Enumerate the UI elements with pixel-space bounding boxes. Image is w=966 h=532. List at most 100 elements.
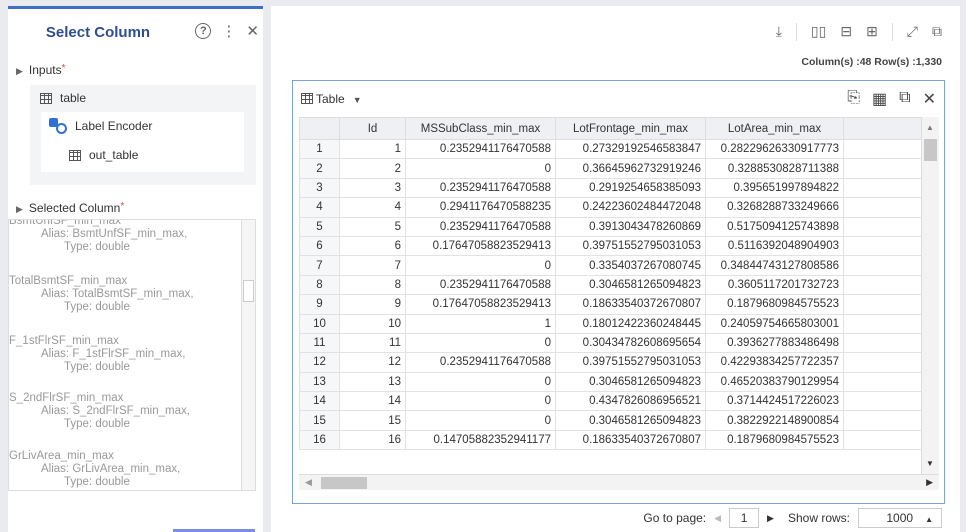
- column-header[interactable]: LotArea_min_max: [705, 117, 844, 140]
- row-number-cell: 2: [299, 158, 340, 179]
- caret-down-icon: ▼: [352, 95, 362, 105]
- table-cell: 0.2941176470588235: [405, 197, 556, 218]
- selected-column-list[interactable]: BsmtUnfSF_min_max Alias: BsmtUnfSF_min_m…: [8, 219, 256, 491]
- row-number-cell: 6: [299, 235, 340, 257]
- split-columns-icon[interactable]: ▯▯: [811, 23, 826, 41]
- table-cell: 0: [405, 391, 556, 412]
- table-cell-overflow: [843, 294, 922, 315]
- table-cell: 0.3354037267080745: [555, 255, 706, 276]
- download-icon[interactable]: ⤓: [776, 23, 782, 41]
- copy-icon[interactable]: ⧉: [899, 89, 910, 109]
- table-viewer: Table ▼ ⎘ ▦ ⧉ ✕ Id MSSubClass_min_max Lot…: [292, 80, 945, 504]
- row-number-cell: 15: [299, 410, 340, 431]
- tree-item-table[interactable]: table: [40, 91, 86, 105]
- table-cell-overflow: [843, 429, 922, 451]
- table-cell-overflow: [843, 216, 922, 237]
- scrollbar-thumb[interactable]: [243, 280, 254, 302]
- table-row[interactable]: 1 1 0.2352941176470588 0.27329192546583847 0…: [299, 138, 922, 160]
- table-cell: 3: [339, 177, 406, 199]
- table-cell: 0.2352941176470588: [405, 177, 556, 199]
- table-row[interactable]: 2 2 0 0.36645962732919246 0.3288530828711388: [299, 158, 922, 179]
- table-row[interactable]: 5 5 0.2352941176470588 0.3913043478260869 0.…: [299, 216, 922, 237]
- column-header[interactable]: [843, 117, 922, 140]
- row-number-cell: 7: [299, 255, 340, 276]
- tree-item-label-encoder[interactable]: Label Encoder: [49, 118, 152, 134]
- prev-page-icon[interactable]: ◀: [714, 513, 721, 524]
- table-cell: 0: [405, 371, 556, 393]
- table-cell: 16: [339, 429, 406, 451]
- grid-vertical-scrollbar[interactable]: ▲ ▼: [921, 117, 939, 474]
- table-cell: 0.39751552795031053: [555, 352, 706, 373]
- table-row[interactable]: 14 14 0 0.4347826086956521 0.371442451722602…: [299, 391, 922, 412]
- required-mark: *: [120, 201, 125, 212]
- table-cell: 1: [339, 138, 406, 160]
- scroll-left-icon[interactable]: ◀: [305, 477, 312, 488]
- table-row[interactable]: 15 15 0 0.3046581265094823 0.382292214890085…: [299, 410, 922, 431]
- more-icon[interactable]: ⋮: [221, 23, 236, 41]
- rows-per-page-select[interactable]: 1000 ▲: [858, 508, 942, 528]
- scrollbar-thumb[interactable]: [321, 477, 367, 489]
- column-header[interactable]: Id: [339, 117, 406, 140]
- table-row[interactable]: 16 16 0.14705882352941177 0.186335403726708…: [299, 429, 922, 451]
- table-cell: 0.46520383790129954: [705, 371, 844, 393]
- column-name: BsmtUnfSF_min_max: [9, 219, 121, 227]
- column-header[interactable]: MSSubClass_min_max: [405, 117, 556, 140]
- table-cell: 12: [339, 352, 406, 373]
- table-row[interactable]: 8 8 0.2352941176470588 0.3046581265094823 0.…: [299, 274, 922, 296]
- table-row[interactable]: 4 4 0.2941176470588235 0.24223602484472048 0…: [299, 197, 922, 218]
- scroll-right-icon[interactable]: ▶: [926, 477, 933, 488]
- scroll-down-icon[interactable]: ▼: [926, 459, 934, 468]
- list-scrollbar[interactable]: [241, 220, 255, 490]
- table-cell: 0.14705882352941177: [405, 429, 556, 451]
- table-row[interactable]: 3 3 0.2352941176470588 0.2919254658385093 0.…: [299, 177, 922, 199]
- row-number-cell: 14: [299, 391, 340, 412]
- split-rows-icon[interactable]: ⊟: [840, 23, 852, 41]
- column-name: F_1stFlrSF_min_max: [9, 335, 119, 347]
- table-cell: 0.42293834257722357: [705, 352, 844, 373]
- grid-horizontal-scrollbar[interactable]: ◀ ▶: [299, 474, 939, 490]
- table-cell: 14: [339, 391, 406, 412]
- popout-icon[interactable]: ⧉: [932, 23, 942, 41]
- selected-column-section-toggle[interactable]: ▶ Selected Column*: [16, 201, 124, 215]
- table-row[interactable]: 11 11 0 0.30434782608695654 0.39362778834864…: [299, 332, 922, 354]
- table-row[interactable]: 12 12 0.2352941176470588 0.3975155279503105…: [299, 352, 922, 373]
- select-column-panel: Select Column ? ⋮ ✕ ▶ Inputs* table Label…: [8, 6, 263, 532]
- grid-layout-icon[interactable]: ⊞: [866, 23, 878, 41]
- calculator-icon[interactable]: ▦: [872, 89, 887, 109]
- page-number-input[interactable]: 1: [729, 508, 760, 528]
- scrollbar-thumb[interactable]: [924, 139, 937, 161]
- table-selector[interactable]: Table ▼: [301, 92, 362, 106]
- next-page-icon[interactable]: ▶: [767, 513, 774, 524]
- table-cell: 0.17647058823529413: [405, 235, 556, 257]
- table-row[interactable]: 6 6 0.17647058823529413 0.39751552795031053…: [299, 235, 922, 257]
- table-cell: 0.18012422360248445: [555, 313, 706, 334]
- table-cell-overflow: [843, 138, 922, 160]
- close-icon[interactable]: ✕: [923, 89, 936, 109]
- table-row[interactable]: 7 7 0 0.3354037267080745 0.34844743127808586: [299, 255, 922, 276]
- table-cell: 9: [339, 294, 406, 315]
- close-icon[interactable]: ✕: [246, 23, 259, 41]
- export-icon[interactable]: ⎘: [847, 89, 860, 109]
- table-cell: 0.34844743127808586: [705, 255, 844, 276]
- table-row[interactable]: 10 10 1 0.18012422360248445 0.24059754665803…: [299, 313, 922, 334]
- column-type: Type: double: [64, 361, 130, 373]
- table-cell: 4: [339, 197, 406, 218]
- help-icon[interactable]: ?: [195, 23, 212, 39]
- scroll-up-icon[interactable]: ▲: [926, 123, 934, 132]
- column-name: GrLivArea_min_max: [9, 450, 114, 462]
- tree-item-out-table[interactable]: out_table: [69, 148, 138, 162]
- inputs-section-toggle[interactable]: ▶ Inputs*: [16, 63, 66, 77]
- table-row[interactable]: 9 9 0.17647058823529413 0.18633540372670807…: [299, 294, 922, 315]
- column-type: Type: double: [64, 476, 130, 488]
- table-cell: 0.27329192546583847: [555, 138, 706, 160]
- table-row[interactable]: 13 13 0 0.3046581265094823 0.465203837901299…: [299, 371, 922, 393]
- table-cell: 0.2919254658385093: [555, 177, 706, 199]
- table-cell: 0.17647058823529413: [405, 294, 556, 315]
- table-viewer-header: Table ▼ ⎘ ▦ ⧉ ✕: [293, 81, 944, 117]
- panel-header-icons: ? ⋮ ✕: [195, 23, 259, 41]
- row-number-cell: 4: [299, 197, 340, 218]
- table-cell: 0.2352941176470588: [405, 352, 556, 373]
- expand-icon[interactable]: ⤢: [907, 23, 918, 41]
- table-cell: 5: [339, 216, 406, 237]
- column-header[interactable]: LotFrontage_min_max: [555, 117, 706, 140]
